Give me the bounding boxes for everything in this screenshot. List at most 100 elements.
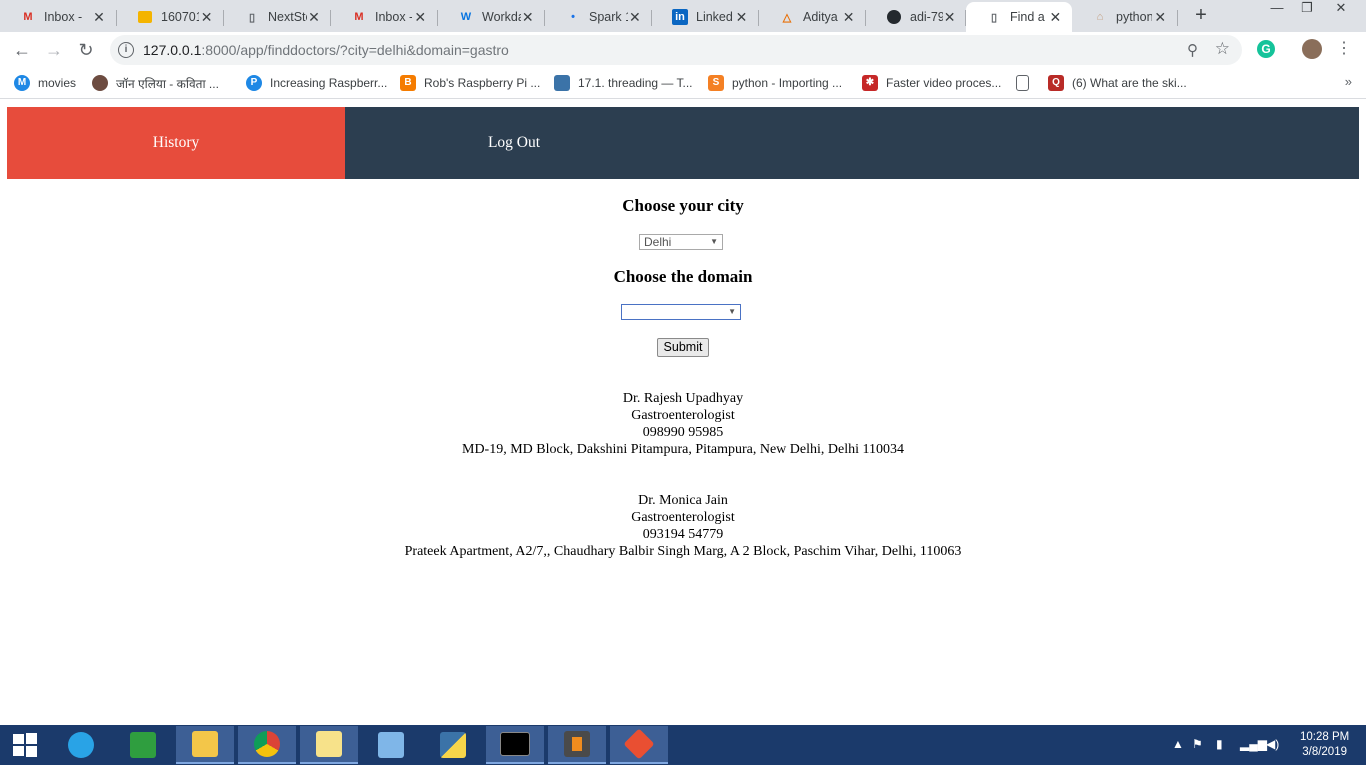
- movies-icon: M: [14, 75, 30, 91]
- tab-spark[interactable]: • Spark 1 ✕: [545, 2, 652, 32]
- network-icon[interactable]: ▂▄▆: [1240, 737, 1267, 751]
- gmail-icon: M: [354, 11, 364, 23]
- bookmark-quora[interactable]: Q (6) What are the ski...: [1048, 74, 1187, 92]
- tab-inbox-1[interactable]: M Inbox - ✕: [0, 2, 117, 32]
- taskbar-notes[interactable]: [300, 726, 358, 764]
- reload-icon[interactable]: ↻: [74, 38, 98, 62]
- chrome-icon: [254, 731, 280, 757]
- flag-icon[interactable]: ⚑: [1192, 737, 1203, 751]
- close-icon[interactable]: ✕: [1152, 9, 1168, 26]
- doctor-address: Prateek Apartment, A2/7,, Chaudhary Balb…: [404, 544, 962, 559]
- bookmark-raspberry[interactable]: P Increasing Raspberr...: [246, 74, 387, 92]
- close-icon[interactable]: ✕: [628, 9, 642, 26]
- zoom-icon[interactable]: ⚲: [1187, 41, 1198, 59]
- tab-find-a-doctor[interactable]: ▯ Find a D ✕: [966, 2, 1072, 32]
- address-bar[interactable]: i 127.0.0.1:8000/app/finddoctors/?city=d…: [110, 35, 1242, 65]
- taskbar-explorer[interactable]: [176, 726, 234, 764]
- taskbar-sublime[interactable]: [548, 726, 606, 764]
- system-clock[interactable]: 10:28 PM 3/8/2019: [1300, 730, 1349, 760]
- doctor-name: Dr. Monica Jain: [638, 493, 728, 508]
- close-icon[interactable]: ✕: [307, 9, 321, 26]
- forward-icon[interactable]: →: [42, 38, 66, 62]
- taskbar-git[interactable]: [610, 726, 668, 764]
- doctor-specialty: Gastroenterologist: [631, 408, 735, 423]
- domain-select[interactable]: ▼: [621, 304, 741, 320]
- sublime-text-icon: [564, 731, 590, 757]
- close-window-icon[interactable]: ✕: [1326, 0, 1356, 20]
- bookmark-page[interactable]: [1016, 74, 1037, 92]
- bookmark-video[interactable]: ✱ Faster video proces...: [862, 74, 1001, 92]
- taskbar-python[interactable]: [424, 726, 482, 764]
- back-icon[interactable]: ←: [10, 38, 34, 62]
- page-icon: ▯: [248, 11, 256, 24]
- linkedin-icon: in: [672, 9, 688, 25]
- bookmark-movies[interactable]: Mmovies: [14, 74, 76, 92]
- grammarly-extension-icon[interactable]: G: [1257, 40, 1275, 58]
- tab-python[interactable]: ⌂ python ✕: [1072, 2, 1178, 32]
- tab-linkedin[interactable]: in LinkedI ✕: [652, 2, 759, 32]
- triangle-icon: △: [782, 11, 792, 24]
- top-navigation: History Log Out: [7, 107, 1359, 179]
- file-explorer-icon: [192, 731, 218, 757]
- github-icon: [886, 9, 902, 25]
- python-icon: [440, 732, 466, 758]
- info-icon[interactable]: i: [118, 42, 134, 58]
- domain-heading: Choose the domain: [613, 267, 753, 286]
- bookmarks-bar: Mmovies जॉन एलिया - कविता ... P Increasin…: [0, 68, 1366, 99]
- taskbar-chrome[interactable]: [238, 726, 296, 764]
- close-icon[interactable]: ✕: [841, 9, 856, 26]
- bookmark-kavita[interactable]: जॉन एलिया - कविता ...: [92, 74, 219, 92]
- workday-icon: W: [460, 11, 472, 23]
- browser-toolbar: ← → ↻ i 127.0.0.1:8000/app/finddoctors/?…: [0, 32, 1366, 68]
- command-prompt-icon: [500, 732, 530, 756]
- python-icon: ⌂: [1096, 11, 1104, 23]
- page-content: History Log Out Choose your city Delhi ▼…: [0, 99, 1366, 725]
- close-icon[interactable]: ✕: [521, 9, 535, 26]
- restore-icon[interactable]: ❐: [1292, 0, 1322, 20]
- close-icon[interactable]: ✕: [943, 9, 956, 26]
- bookmark-star-icon[interactable]: ☆: [1215, 39, 1230, 59]
- close-icon[interactable]: ✕: [199, 9, 214, 26]
- taskbar-cmd[interactable]: [486, 726, 544, 764]
- bookmark-robs-pi[interactable]: B Rob's Raspberry Pi ...: [400, 74, 540, 92]
- bookmark-python-importing[interactable]: Spython - Importing ...: [708, 74, 842, 92]
- bookmark-threading[interactable]: 17.1. threading — T...: [554, 74, 693, 92]
- taskbar-store[interactable]: [114, 726, 172, 764]
- page-icon: ▯: [990, 11, 998, 24]
- close-icon[interactable]: ✕: [734, 9, 749, 26]
- minimize-icon[interactable]: —: [1262, 0, 1292, 20]
- clock-date: 3/8/2019: [1302, 746, 1347, 758]
- tab-aditya[interactable]: △ Aditya / ✕: [759, 2, 866, 32]
- tab-workday[interactable]: W Workda ✕: [438, 2, 545, 32]
- start-button[interactable]: [0, 726, 50, 764]
- git-icon: [623, 728, 655, 760]
- tab-github[interactable]: adi-797 ✕: [866, 2, 966, 32]
- taskbar-ie[interactable]: [52, 726, 110, 764]
- tab-slides[interactable]: 160701 ✕: [117, 2, 224, 32]
- spark-icon: •: [571, 11, 575, 23]
- close-icon[interactable]: ✕: [91, 9, 107, 26]
- nav-history[interactable]: History: [7, 107, 345, 179]
- tab-inbox-2[interactable]: M Inbox - ✕: [331, 2, 438, 32]
- show-hidden-icons-icon[interactable]: ▲: [1172, 737, 1184, 751]
- nav-logout[interactable]: Log Out: [345, 107, 683, 179]
- dropdown-arrow-icon: ▼: [728, 307, 736, 316]
- slides-icon: [137, 9, 153, 25]
- taskbar-control-panel[interactable]: [362, 726, 420, 764]
- close-icon[interactable]: ✕: [412, 9, 428, 26]
- doctor-phone: 093194 54779: [642, 527, 724, 542]
- volume-icon[interactable]: ◀): [1266, 737, 1279, 751]
- submit-button[interactable]: Submit: [657, 338, 709, 357]
- more-bookmarks-icon[interactable]: »: [1345, 74, 1352, 89]
- chrome-menu-icon[interactable]: ⋮: [1336, 38, 1352, 58]
- new-tab-button[interactable]: +: [1190, 4, 1212, 26]
- control-panel-icon: [378, 732, 404, 758]
- doctor-address: MD-19, MD Block, Dakshini Pitampura, Pit…: [462, 442, 904, 457]
- blogger-icon: B: [400, 75, 416, 91]
- profile-avatar[interactable]: [1302, 39, 1322, 59]
- tab-nextstep[interactable]: ▯ NextSte ✕: [224, 2, 331, 32]
- doctor-card: Dr. Rajesh Upadhyay Gastroenterologist 0…: [0, 390, 1366, 458]
- close-icon[interactable]: ✕: [1049, 9, 1062, 26]
- city-select[interactable]: Delhi ▼: [639, 234, 723, 250]
- battery-icon[interactable]: ▮: [1216, 737, 1223, 751]
